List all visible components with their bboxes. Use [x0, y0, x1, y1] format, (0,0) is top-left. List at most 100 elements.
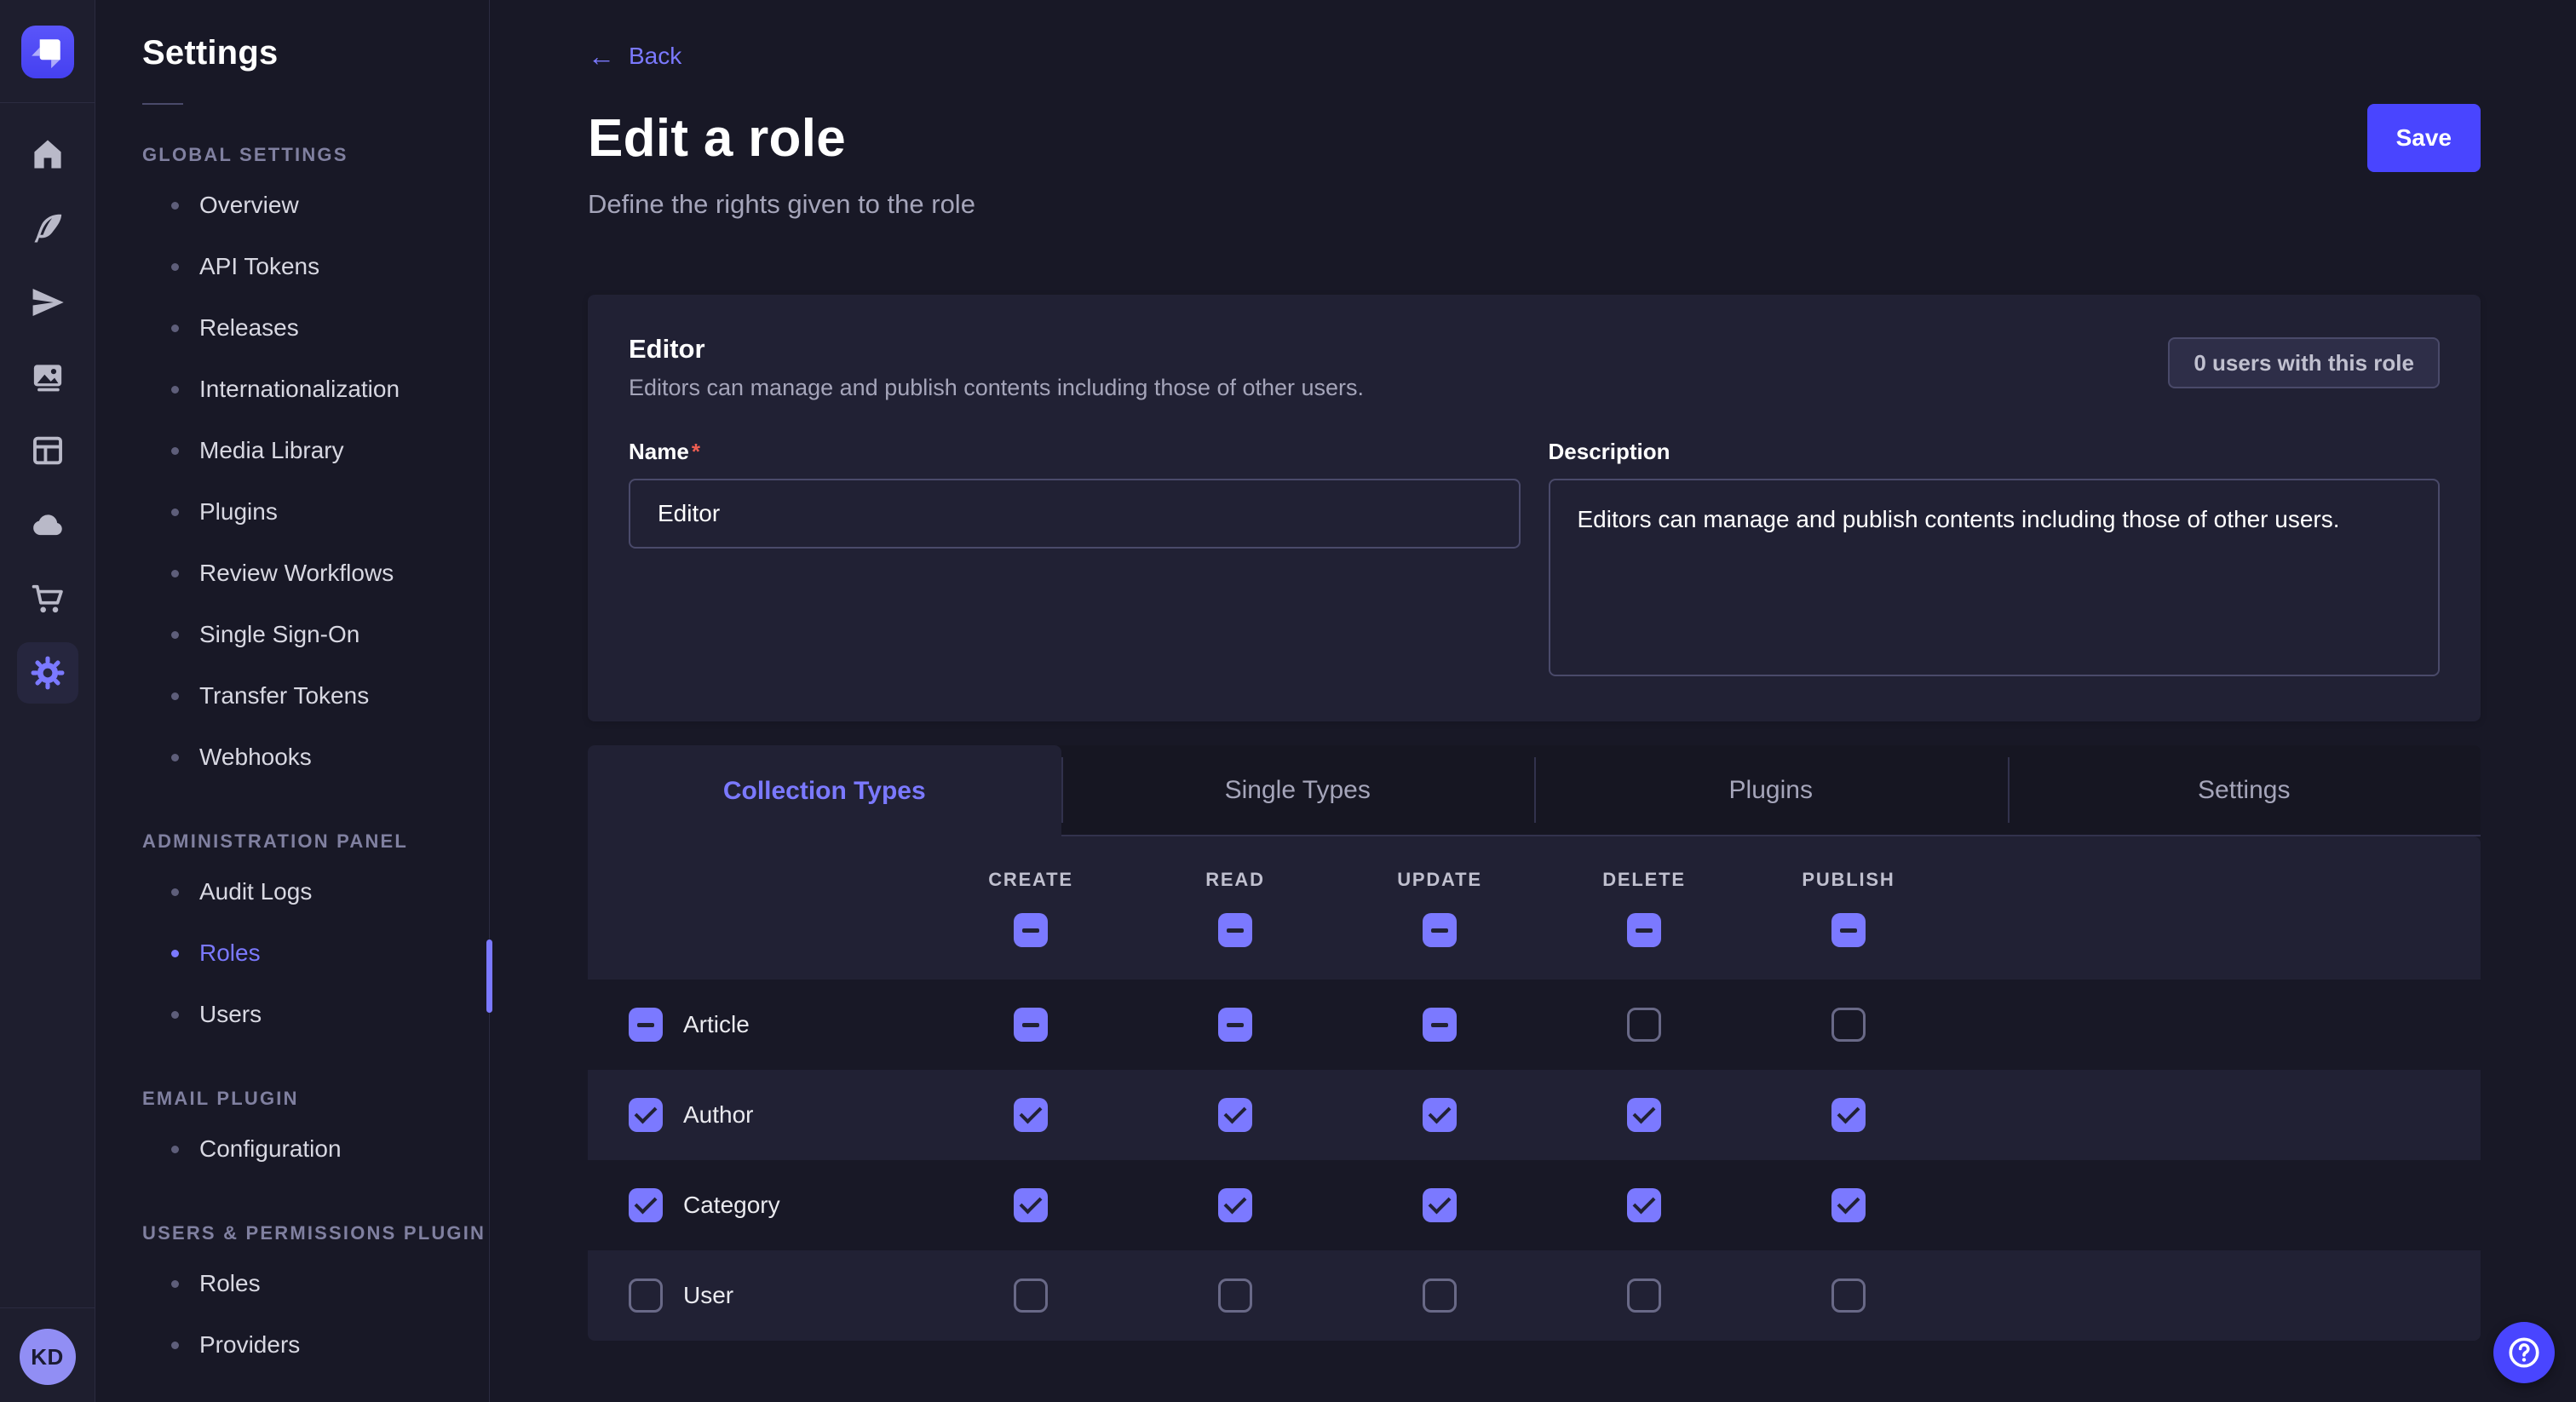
section-items: Configuration [142, 1118, 489, 1180]
sidebar-item-single-sign-on[interactable]: Single Sign-On [142, 604, 489, 665]
feather-icon[interactable] [17, 198, 78, 259]
tab-single-types[interactable]: Single Types [1061, 745, 1535, 835]
column-label: PUBLISH [1802, 869, 1895, 891]
sidebar-item-configuration[interactable]: Configuration [142, 1118, 489, 1180]
sidebar-item-label: Audit Logs [199, 878, 312, 905]
user-update-checkbox[interactable] [1423, 1278, 1457, 1313]
row-label: Category [683, 1192, 780, 1219]
sidebar-item-plugins[interactable]: Plugins [142, 481, 489, 543]
permission-cell [1542, 1188, 1746, 1222]
back-link[interactable]: ← Back [588, 43, 681, 70]
table-row-user: User [588, 1250, 2481, 1341]
sidebar-item-users[interactable]: Users [142, 984, 489, 1045]
sidebar-item-api-tokens[interactable]: API Tokens [142, 236, 489, 297]
category-publish-checkbox[interactable] [1831, 1188, 1866, 1222]
sidebar-item-providers[interactable]: Providers [142, 1314, 489, 1376]
table-row-category: Category [588, 1160, 2481, 1250]
avatar[interactable]: KD [20, 1329, 76, 1385]
sidebar-item-audit-logs[interactable]: Audit Logs [142, 861, 489, 922]
bullet-icon [171, 386, 179, 394]
column-header-create: CREATE [929, 869, 1133, 947]
sidebar-item-review-workflows[interactable]: Review Workflows [142, 543, 489, 604]
select-all-publish-checkbox[interactable] [1831, 913, 1866, 947]
user-row-checkbox[interactable] [629, 1278, 663, 1313]
description-textarea[interactable]: Editors can manage and publish contents … [1549, 479, 2441, 676]
article-read-checkbox[interactable] [1218, 1008, 1252, 1042]
save-button[interactable]: Save [2367, 104, 2481, 172]
tab-settings[interactable]: Settings [2008, 745, 2481, 835]
back-label: Back [629, 43, 681, 70]
author-read-checkbox[interactable] [1218, 1098, 1252, 1132]
tab-plugins[interactable]: Plugins [1534, 745, 2008, 835]
row-label-cell: Author [588, 1098, 929, 1132]
sidebar-item-transfer-tokens[interactable]: Transfer Tokens [142, 665, 489, 727]
layout-icon[interactable] [17, 420, 78, 481]
sidebar-item-roles[interactable]: Roles [142, 922, 489, 984]
cloud-icon[interactable] [17, 494, 78, 555]
bullet-icon [171, 263, 179, 271]
permission-cell [1337, 1098, 1542, 1132]
article-update-checkbox[interactable] [1423, 1008, 1457, 1042]
category-update-checkbox[interactable] [1423, 1188, 1457, 1222]
tab-label: Single Types [1225, 776, 1371, 805]
category-delete-checkbox[interactable] [1627, 1188, 1661, 1222]
select-all-read-checkbox[interactable] [1218, 913, 1252, 947]
category-create-checkbox[interactable] [1014, 1188, 1048, 1222]
settings-sidebar: Settings GLOBAL SETTINGS OverviewAPI Toke… [95, 0, 490, 1402]
home-icon[interactable] [17, 124, 78, 185]
sidebar-item-media-library[interactable]: Media Library [142, 420, 489, 481]
article-create-checkbox[interactable] [1014, 1008, 1048, 1042]
select-all-delete-checkbox[interactable] [1627, 913, 1661, 947]
permission-cell [1746, 1278, 1951, 1313]
permission-cell [1133, 1188, 1337, 1222]
sidebar-item-overview[interactable]: Overview [142, 175, 489, 236]
tab-label: Plugins [1729, 776, 1813, 805]
media-library-icon[interactable] [17, 346, 78, 407]
column-label: UPDATE [1397, 869, 1482, 891]
name-input[interactable] [629, 479, 1521, 549]
article-delete-checkbox[interactable] [1627, 1008, 1661, 1042]
rail-bottom-divider [0, 1307, 95, 1308]
select-all-update-checkbox[interactable] [1423, 913, 1457, 947]
sidebar-item-roles[interactable]: Roles [142, 1253, 489, 1314]
gear-icon[interactable] [17, 642, 78, 704]
description-field-group: Description Editors can manage and publi… [1549, 439, 2441, 681]
strapi-logo-icon[interactable] [21, 26, 74, 78]
permission-cell [1542, 1098, 1746, 1132]
question-mark-icon [2504, 1333, 2544, 1372]
select-all-create-checkbox[interactable] [1014, 913, 1048, 947]
sidebar-item-webhooks[interactable]: Webhooks [142, 727, 489, 788]
sidebar-item-label: Transfer Tokens [199, 682, 369, 710]
cart-icon[interactable] [17, 568, 78, 629]
column-header-publish: PUBLISH [1746, 869, 1951, 947]
paper-plane-icon[interactable] [17, 272, 78, 333]
author-update-checkbox[interactable] [1423, 1098, 1457, 1132]
user-read-checkbox[interactable] [1218, 1278, 1252, 1313]
row-label-cell: User [588, 1278, 929, 1313]
permissions-table-header: CREATEREADUPDATEDELETEPUBLISH [588, 836, 2481, 980]
bullet-icon [171, 202, 179, 210]
section-header: GLOBAL SETTINGS [142, 144, 489, 166]
author-row-checkbox[interactable] [629, 1098, 663, 1132]
sidebar-title: Settings [142, 34, 489, 72]
description-label: Description [1549, 439, 2441, 465]
user-create-checkbox[interactable] [1014, 1278, 1048, 1313]
category-read-checkbox[interactable] [1218, 1188, 1252, 1222]
sidebar-item-internationalization[interactable]: Internationalization [142, 359, 489, 420]
help-button[interactable] [2493, 1322, 2555, 1383]
sidebar-item-label: Webhooks [199, 744, 312, 771]
user-delete-checkbox[interactable] [1627, 1278, 1661, 1313]
bullet-icon [171, 509, 179, 516]
section-header: USERS & PERMISSIONS PLUGIN [142, 1222, 489, 1244]
article-row-checkbox[interactable] [629, 1008, 663, 1042]
author-delete-checkbox[interactable] [1627, 1098, 1661, 1132]
user-publish-checkbox[interactable] [1831, 1278, 1866, 1313]
category-row-checkbox[interactable] [629, 1188, 663, 1222]
author-create-checkbox[interactable] [1014, 1098, 1048, 1132]
tab-collection-types[interactable]: Collection Types [588, 745, 1061, 836]
author-publish-checkbox[interactable] [1831, 1098, 1866, 1132]
permission-cell [1337, 1188, 1542, 1222]
permission-cell [1542, 1278, 1746, 1313]
sidebar-item-releases[interactable]: Releases [142, 297, 489, 359]
article-publish-checkbox[interactable] [1831, 1008, 1866, 1042]
